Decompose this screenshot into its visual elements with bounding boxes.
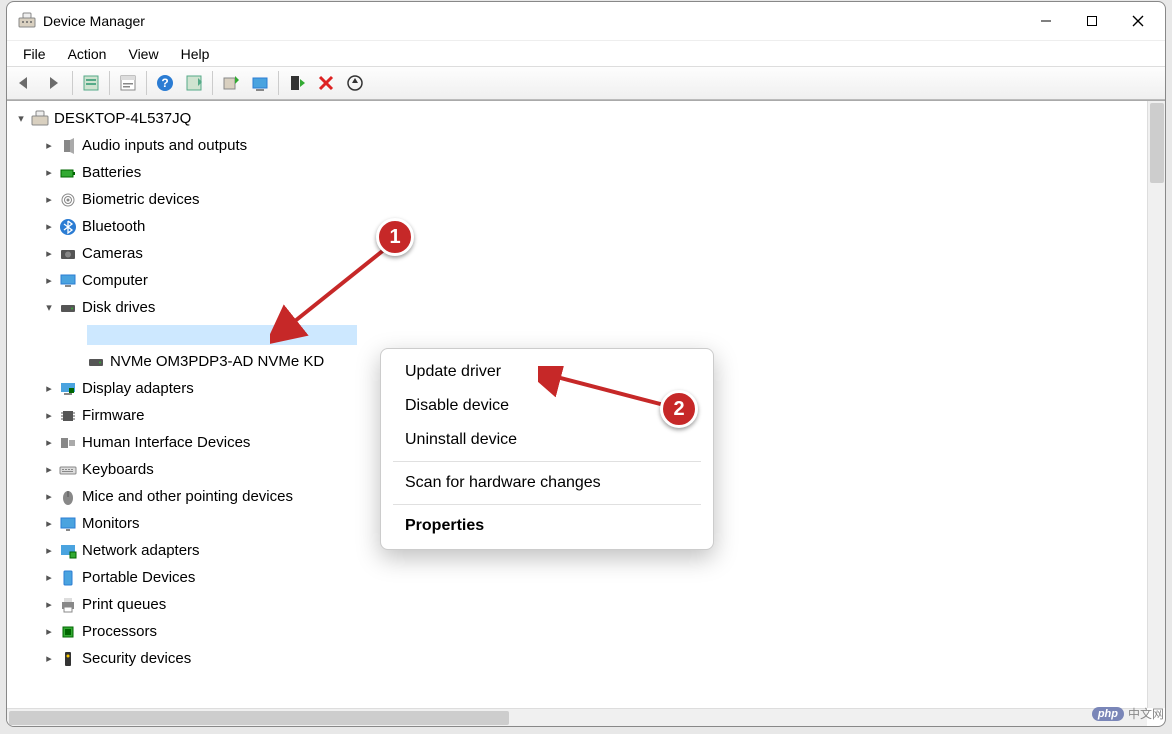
chevron-down-icon[interactable]: ▾ — [13, 112, 29, 125]
titlebar: Device Manager — [7, 2, 1165, 40]
toolbar-show-hidden-button[interactable] — [77, 69, 105, 97]
chevron-down-icon[interactable]: ▾ — [41, 301, 57, 314]
chevron-right-icon[interactable]: ▸ — [41, 652, 57, 665]
toolbar-properties-button[interactable] — [114, 69, 142, 97]
disk-icon — [57, 299, 79, 317]
context-uninstall-device[interactable]: Uninstall device — [381, 423, 713, 457]
horizontal-scrollbar[interactable] — [7, 708, 1147, 726]
printer-icon — [57, 596, 79, 614]
chevron-right-icon[interactable]: ▸ — [41, 139, 57, 152]
app-icon — [17, 11, 37, 31]
toolbar-help-button[interactable]: ? — [151, 69, 179, 97]
horizontal-scroll-thumb[interactable] — [9, 711, 509, 725]
chevron-right-icon[interactable]: ▸ — [41, 517, 57, 530]
computer-icon — [29, 110, 51, 128]
minimize-button[interactable] — [1023, 2, 1069, 40]
display-icon — [57, 380, 79, 398]
tree-item-batteries[interactable]: ▸Batteries — [7, 159, 1147, 186]
chevron-right-icon[interactable]: ▸ — [41, 571, 57, 584]
context-separator — [393, 504, 701, 505]
watermark: php 中文网 — [1092, 705, 1164, 722]
context-scan-hardware[interactable]: Scan for hardware changes — [381, 466, 713, 500]
tree-root[interactable]: ▾ DESKTOP-4L537JQ — [7, 105, 1147, 132]
hid-icon — [57, 434, 79, 452]
tree-item-processors[interactable]: ▸Processors — [7, 618, 1147, 645]
context-separator — [393, 461, 701, 462]
vertical-scrollbar[interactable] — [1147, 101, 1165, 708]
cpu-icon — [57, 623, 79, 641]
chevron-right-icon[interactable]: ▸ — [41, 220, 57, 233]
chip-icon — [57, 407, 79, 425]
watermark-text: 中文网 — [1128, 705, 1164, 722]
tree-item-biometric[interactable]: ▸Biometric devices — [7, 186, 1147, 213]
battery-icon — [57, 164, 79, 182]
maximize-button[interactable] — [1069, 2, 1115, 40]
chevron-right-icon[interactable]: ▸ — [41, 625, 57, 638]
close-button[interactable] — [1115, 2, 1161, 40]
chevron-right-icon[interactable]: ▸ — [41, 382, 57, 395]
svg-text:?: ? — [161, 76, 168, 90]
toolbar-scan-button[interactable] — [180, 69, 208, 97]
tree-item-printers[interactable]: ▸Print queues — [7, 591, 1147, 618]
toolbar-forward-button[interactable] — [40, 69, 68, 97]
monitor-icon — [57, 515, 79, 533]
disk-icon — [85, 353, 107, 371]
fingerprint-icon — [57, 191, 79, 209]
chevron-right-icon[interactable]: ▸ — [41, 247, 57, 260]
chevron-right-icon[interactable]: ▸ — [41, 409, 57, 422]
context-menu: Update driver Disable device Uninstall d… — [380, 348, 714, 550]
tree-item-audio[interactable]: ▸Audio inputs and outputs — [7, 132, 1147, 159]
context-update-driver[interactable]: Update driver — [381, 355, 713, 389]
window-title: Device Manager — [43, 13, 145, 29]
bluetooth-icon — [57, 218, 79, 236]
chevron-right-icon[interactable]: ▸ — [41, 463, 57, 476]
toolbar-update-driver-button[interactable] — [217, 69, 245, 97]
mouse-icon — [57, 488, 79, 506]
speaker-icon — [57, 137, 79, 155]
portable-icon — [57, 569, 79, 587]
toolbar-uninstall-button[interactable] — [312, 69, 340, 97]
menu-file[interactable]: File — [13, 44, 56, 64]
chevron-right-icon[interactable]: ▸ — [41, 193, 57, 206]
chevron-right-icon[interactable]: ▸ — [41, 544, 57, 557]
chevron-right-icon[interactable]: ▸ — [41, 598, 57, 611]
chevron-right-icon[interactable]: ▸ — [41, 166, 57, 179]
watermark-php: php — [1092, 707, 1124, 721]
keyboard-icon — [57, 461, 79, 479]
tree-item-computer[interactable]: ▸Computer — [7, 267, 1147, 294]
camera-icon — [57, 245, 79, 263]
vertical-scroll-thumb[interactable] — [1150, 103, 1164, 183]
tree-root-label: DESKTOP-4L537JQ — [51, 109, 194, 128]
tree-item-disk-drives[interactable]: ▾Disk drives — [7, 294, 1147, 321]
tree-item-bluetooth[interactable]: ▸Bluetooth — [7, 213, 1147, 240]
toolbar-add-legacy-button[interactable] — [246, 69, 274, 97]
tree-item-cameras[interactable]: ▸Cameras — [7, 240, 1147, 267]
toolbar-devices-by-type-button[interactable] — [341, 69, 369, 97]
menubar: File Action View Help — [7, 40, 1165, 66]
chevron-right-icon[interactable]: ▸ — [41, 274, 57, 287]
desktop-icon — [57, 272, 79, 290]
menu-help[interactable]: Help — [171, 44, 220, 64]
toolbar-enable-button[interactable] — [283, 69, 311, 97]
network-icon — [57, 542, 79, 560]
toolbar: ? — [7, 66, 1165, 100]
selected-disk-label — [87, 325, 357, 345]
tree-item-disk-selected[interactable] — [7, 321, 1147, 348]
menu-view[interactable]: View — [118, 44, 168, 64]
context-disable-device[interactable]: Disable device — [381, 389, 713, 423]
chevron-right-icon[interactable]: ▸ — [41, 436, 57, 449]
toolbar-back-button[interactable] — [11, 69, 39, 97]
context-properties[interactable]: Properties — [381, 509, 713, 543]
security-icon — [57, 650, 79, 668]
tree-item-portable[interactable]: ▸Portable Devices — [7, 564, 1147, 591]
tree-item-security[interactable]: ▸Security devices — [7, 645, 1147, 672]
menu-action[interactable]: Action — [58, 44, 117, 64]
chevron-right-icon[interactable]: ▸ — [41, 490, 57, 503]
